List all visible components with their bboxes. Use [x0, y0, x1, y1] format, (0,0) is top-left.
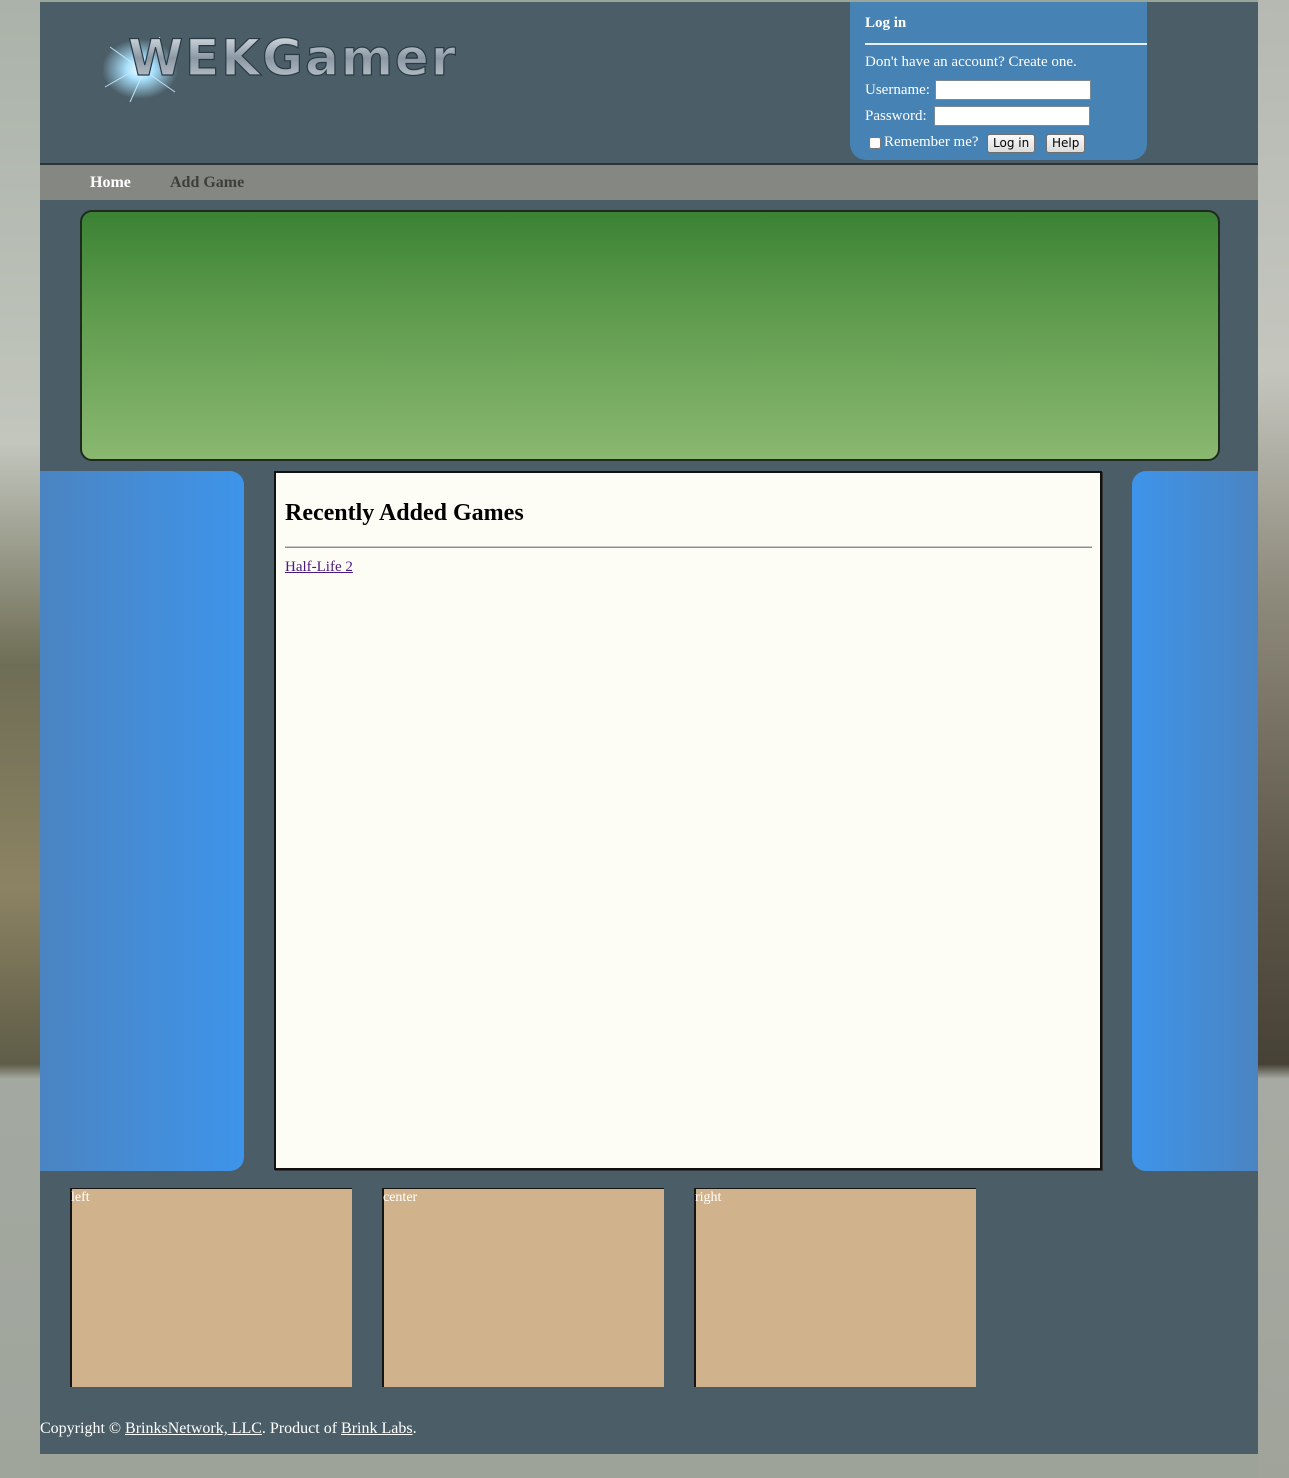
banner: [80, 210, 1220, 461]
site-header: WEKGamer Log in Don't have an account? C…: [40, 2, 1258, 165]
brink-labs-link[interactable]: Brink Labs: [341, 1420, 413, 1437]
footer-box-label: center: [383, 1190, 418, 1205]
footer-middle: . Product of: [261, 1420, 342, 1437]
password-row: Password:: [865, 106, 1090, 126]
password-input[interactable]: [934, 106, 1090, 126]
nav-item-add-game[interactable]: Add Game: [170, 174, 244, 192]
right-sidebar: [1132, 471, 1258, 1171]
create-account-link[interactable]: Don't have an account? Create one.: [865, 54, 1077, 71]
site-logo[interactable]: WEKGamer: [100, 17, 540, 107]
page-title: Recently Added Games: [285, 500, 524, 526]
password-label: Password:: [865, 108, 927, 124]
main-content: Recently Added Games Half-Life 2: [274, 471, 1102, 1170]
login-button[interactable]: Log in: [987, 134, 1036, 153]
login-title: Log in: [865, 15, 907, 31]
help-button[interactable]: Help: [1046, 134, 1086, 153]
login-panel: Log in Don't have an account? Create one…: [850, 2, 1147, 160]
background-image-right: [1258, 0, 1289, 1478]
content-divider: [285, 546, 1092, 548]
username-input[interactable]: [935, 80, 1091, 100]
footer-box-left: left: [70, 1188, 352, 1387]
footer-box-label: right: [695, 1190, 722, 1205]
footer-box-right: right: [694, 1188, 976, 1387]
game-link[interactable]: Half-Life 2: [285, 559, 353, 576]
footer-box-center: center: [382, 1188, 664, 1387]
remember-me-checkbox[interactable]: [869, 136, 881, 149]
footer-prefix: Copyright ©: [40, 1420, 126, 1437]
remember-me[interactable]: Remember me?: [869, 134, 979, 151]
footer-box-label: left: [71, 1190, 90, 1205]
site-logo-text: WEKGamer: [128, 29, 458, 87]
remember-me-label: Remember me?: [884, 134, 979, 150]
username-row: Username:: [865, 80, 1091, 100]
username-label: Username:: [865, 82, 930, 98]
background-image-left: [0, 0, 40, 1478]
left-sidebar: [40, 471, 244, 1171]
footer-suffix: .: [412, 1420, 417, 1437]
nav-item-home[interactable]: Home: [90, 174, 131, 192]
company-link[interactable]: BrinksNetwork, LLC: [125, 1420, 262, 1437]
copyright-footer: Copyright © BrinksNetwork, LLC. Product …: [40, 1420, 417, 1438]
main-nav: Home Add Game: [40, 165, 1258, 200]
login-divider: [865, 43, 1147, 45]
page-container: WEKGamer Log in Don't have an account? C…: [40, 2, 1258, 1454]
